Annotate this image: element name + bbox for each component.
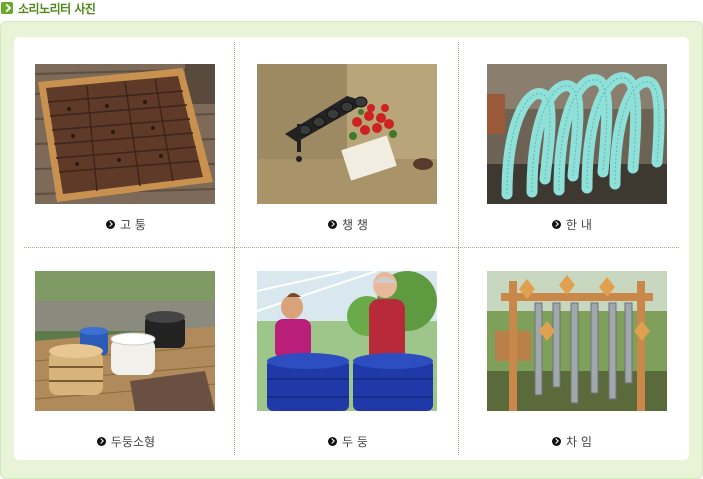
caption-text: 두 둥 [342,434,368,449]
gallery-item-hannae[interactable]: 한 내 [460,37,684,242]
row-divider [24,247,679,248]
gallery-item-chaim[interactable]: 차 임 [460,249,684,454]
caption-text: 챙 챙 [342,217,368,232]
caption-text: 한 내 [566,217,592,232]
photo-caption[interactable]: 한 내 [460,216,684,232]
arrow-bullet-icon [552,219,562,229]
caption-text: 두둥소형 [110,434,156,449]
wooden-xylophone-photo[interactable] [35,64,215,204]
section-title: 소리노리터 사진 [18,1,96,16]
wall-chimes-photo[interactable] [257,64,437,204]
blue-barrel-drums-photo[interactable] [257,271,437,411]
gallery-item-dudung[interactable]: 두 둥 [236,249,460,454]
gallery-item-dudungsohyeong[interactable]: 두둥소형 [14,249,238,454]
gallery-item-chaengchaeng[interactable]: 챙 챙 [236,37,460,242]
arrow-bullet-icon [328,219,338,229]
arrow-bullet-icon [552,436,562,446]
gallery-frame: 고 퉁 챙 챙 한 내 두둥소형 두 둥 차 임 [0,21,703,479]
arrow-bullet-icon [96,436,106,446]
arrow-icon [1,2,13,14]
photo-caption[interactable]: 두 둥 [236,433,460,449]
wind-chimes-photo[interactable] [487,271,667,411]
blue-tube-instrument-photo[interactable] [487,64,667,204]
small-drums-photo[interactable] [35,271,215,411]
arrow-bullet-icon [328,436,338,446]
photo-gallery: 고 퉁 챙 챙 한 내 두둥소형 두 둥 차 임 [14,37,689,460]
photo-caption[interactable]: 두둥소형 [14,433,238,449]
gallery-item-gotung[interactable]: 고 퉁 [14,37,238,242]
photo-caption[interactable]: 고 퉁 [14,216,238,232]
section-header: 소리노리터 사진 [0,0,96,16]
photo-caption[interactable]: 챙 챙 [236,216,460,232]
caption-text: 고 퉁 [120,217,146,232]
photo-caption[interactable]: 차 임 [460,433,684,449]
arrow-bullet-icon [106,219,116,229]
caption-text: 차 임 [566,434,592,449]
